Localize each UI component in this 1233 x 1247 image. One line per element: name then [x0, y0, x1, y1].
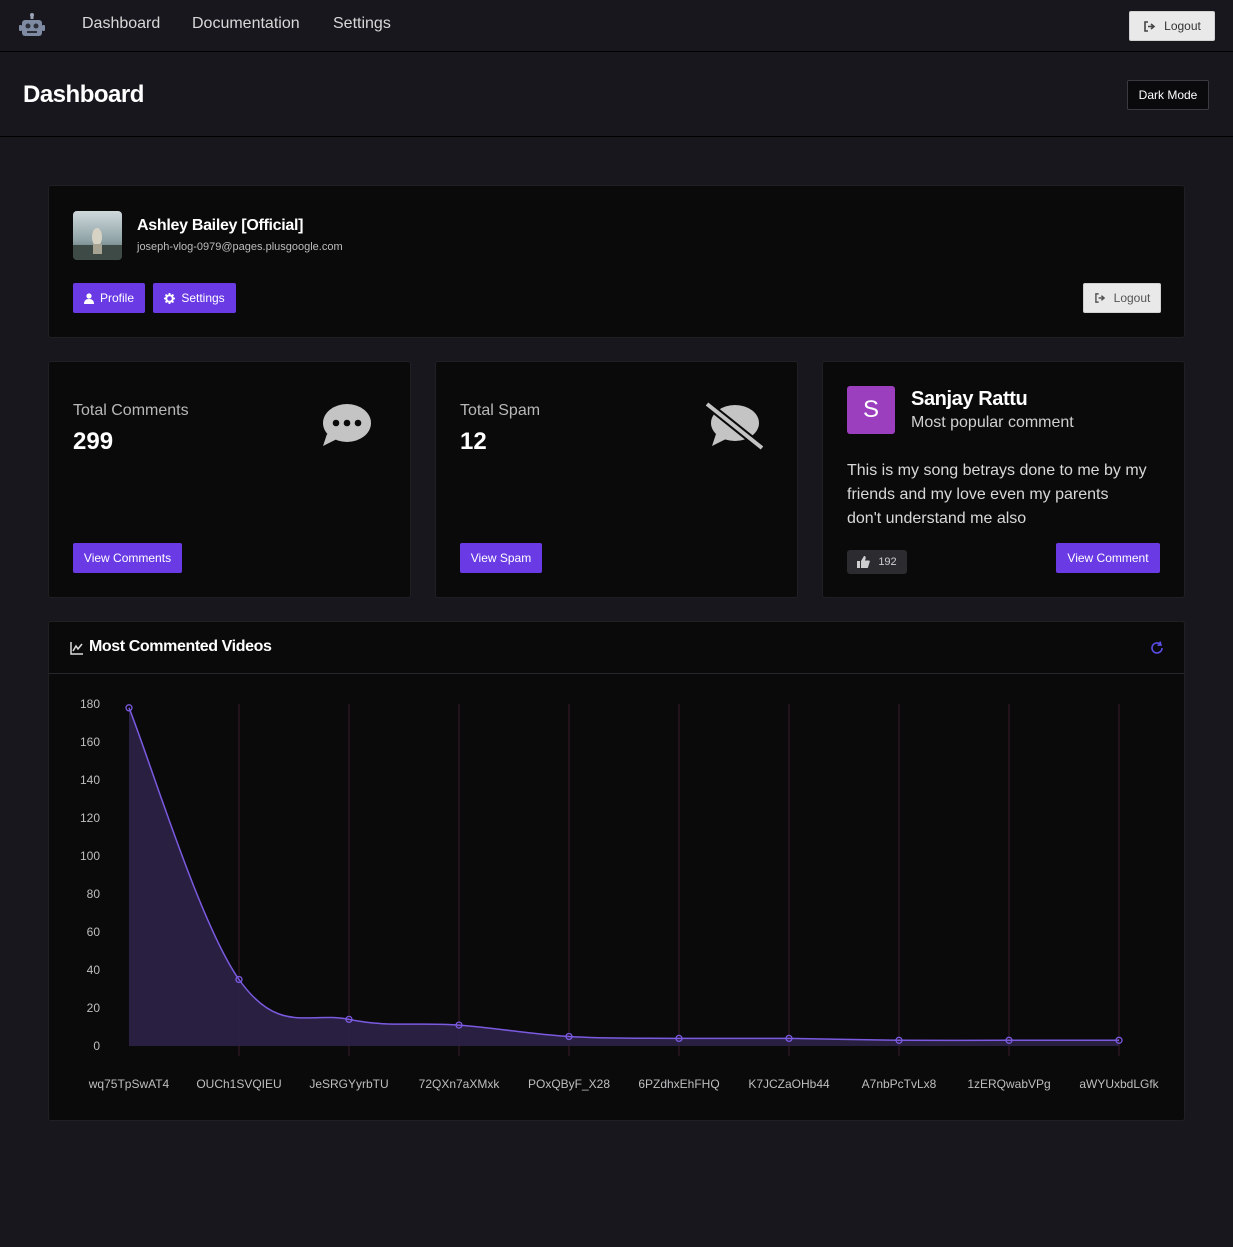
dark-mode-button[interactable]: Dark Mode [1127, 80, 1209, 110]
robot-icon[interactable] [19, 13, 45, 39]
x-tick-label: OUCh1SVQIEU [196, 1077, 281, 1091]
x-tick-label: A7nbPcTvLx8 [862, 1077, 937, 1091]
nav-link-settings[interactable]: Settings [333, 15, 391, 33]
settings-button-label: Settings [181, 291, 225, 305]
settings-button[interactable]: Settings [153, 283, 236, 313]
page-header: Dashboard Dark Mode [0, 53, 1233, 137]
sign-out-icon [1094, 293, 1105, 303]
series-line [128, 707, 1119, 1042]
total-spam-label: Total Spam [460, 402, 541, 419]
nav-link-documentation[interactable]: Documentation [192, 15, 300, 33]
popular-comment-card: S Sanjay Rattu Most popular comment This… [822, 361, 1185, 598]
popular-comment-text: This is my song betrays done to me by my… [847, 462, 1147, 527]
gear-icon [164, 292, 176, 304]
thumbs-up-icon [857, 556, 871, 568]
likes-count: 192 [878, 556, 897, 568]
page-title: Dashboard [23, 81, 144, 108]
profile-name: Ashley Bailey [Official] [137, 217, 304, 234]
profile-card: Ashley Bailey [Official] joseph-vlog-097… [48, 185, 1185, 338]
profile-logout-button[interactable]: Logout [1083, 283, 1161, 313]
profile-logout-label: Logout [1113, 291, 1151, 305]
nav-logout-label: Logout [1164, 19, 1201, 33]
area-chart: 0 20 40 60 80 100 120 140 160 180 wq75TpSwAT4 OUCh1… [80, 697, 1160, 1091]
most-commented-videos-card: Most Commented Videos 0 20 40 60 80 100 120 140… [48, 621, 1185, 1121]
total-comments-label: Total Comments [73, 402, 189, 419]
x-tick-label: aWYUxbdLGfk [1079, 1077, 1159, 1091]
x-tick-label: POxQByF_X28 [528, 1077, 610, 1091]
y-tick-label: 180 [80, 697, 100, 711]
y-tick-label: 140 [80, 773, 100, 787]
y-tick-label: 20 [87, 1001, 101, 1015]
total-spam-value: 12 [460, 428, 487, 455]
profile-button[interactable]: Profile [73, 283, 145, 313]
y-tick-label: 60 [87, 925, 101, 939]
comment-slash-icon [704, 402, 765, 450]
view-comment-button[interactable]: View Comment [1056, 543, 1160, 573]
x-tick-label: 6PZdhxEhFHQ [638, 1077, 719, 1091]
commenter-avatar: S [847, 386, 895, 434]
commenter-name: Sanjay Rattu [911, 388, 1028, 410]
nav-link-dashboard[interactable]: Dashboard [82, 15, 160, 33]
x-tick-label: 72QXn7aXMxk [419, 1077, 501, 1091]
top-navbar: Dashboard Documentation Settings Logout [0, 0, 1233, 52]
x-tick-label: JeSRGYyrbTU [309, 1077, 388, 1091]
likes-badge: 192 [847, 550, 907, 574]
x-tick-label: 1zERQwabVPg [967, 1077, 1050, 1091]
y-tick-label: 80 [87, 887, 101, 901]
total-comments-value: 299 [73, 428, 114, 455]
series-area [129, 707, 1119, 1046]
nav-logout-button[interactable]: Logout [1129, 11, 1215, 41]
y-tick-label: 40 [87, 963, 101, 977]
y-tick-label: 0 [93, 1039, 100, 1053]
popular-comment-subtitle: Most popular comment [911, 414, 1074, 431]
y-tick-label: 120 [80, 811, 100, 825]
comment-dots-icon [323, 404, 371, 446]
sign-out-icon [1144, 20, 1156, 32]
x-tick-label: wq75TpSwAT4 [88, 1077, 170, 1091]
user-icon [83, 292, 94, 304]
avatar [73, 211, 122, 260]
view-comments-button[interactable]: View Comments [73, 543, 182, 573]
profile-button-label: Profile [99, 291, 134, 305]
total-spam-card: Total Spam 12 View Spam [435, 361, 798, 598]
profile-email: joseph-vlog-0979@pages.plusgoogle.com [137, 241, 343, 253]
view-spam-button[interactable]: View Spam [460, 543, 542, 573]
total-comments-card: Total Comments 299 View Comments [48, 361, 411, 598]
y-tick-label: 160 [80, 735, 100, 749]
y-tick-label: 100 [80, 849, 100, 863]
x-tick-label: K7JCZaOHb44 [748, 1077, 830, 1091]
